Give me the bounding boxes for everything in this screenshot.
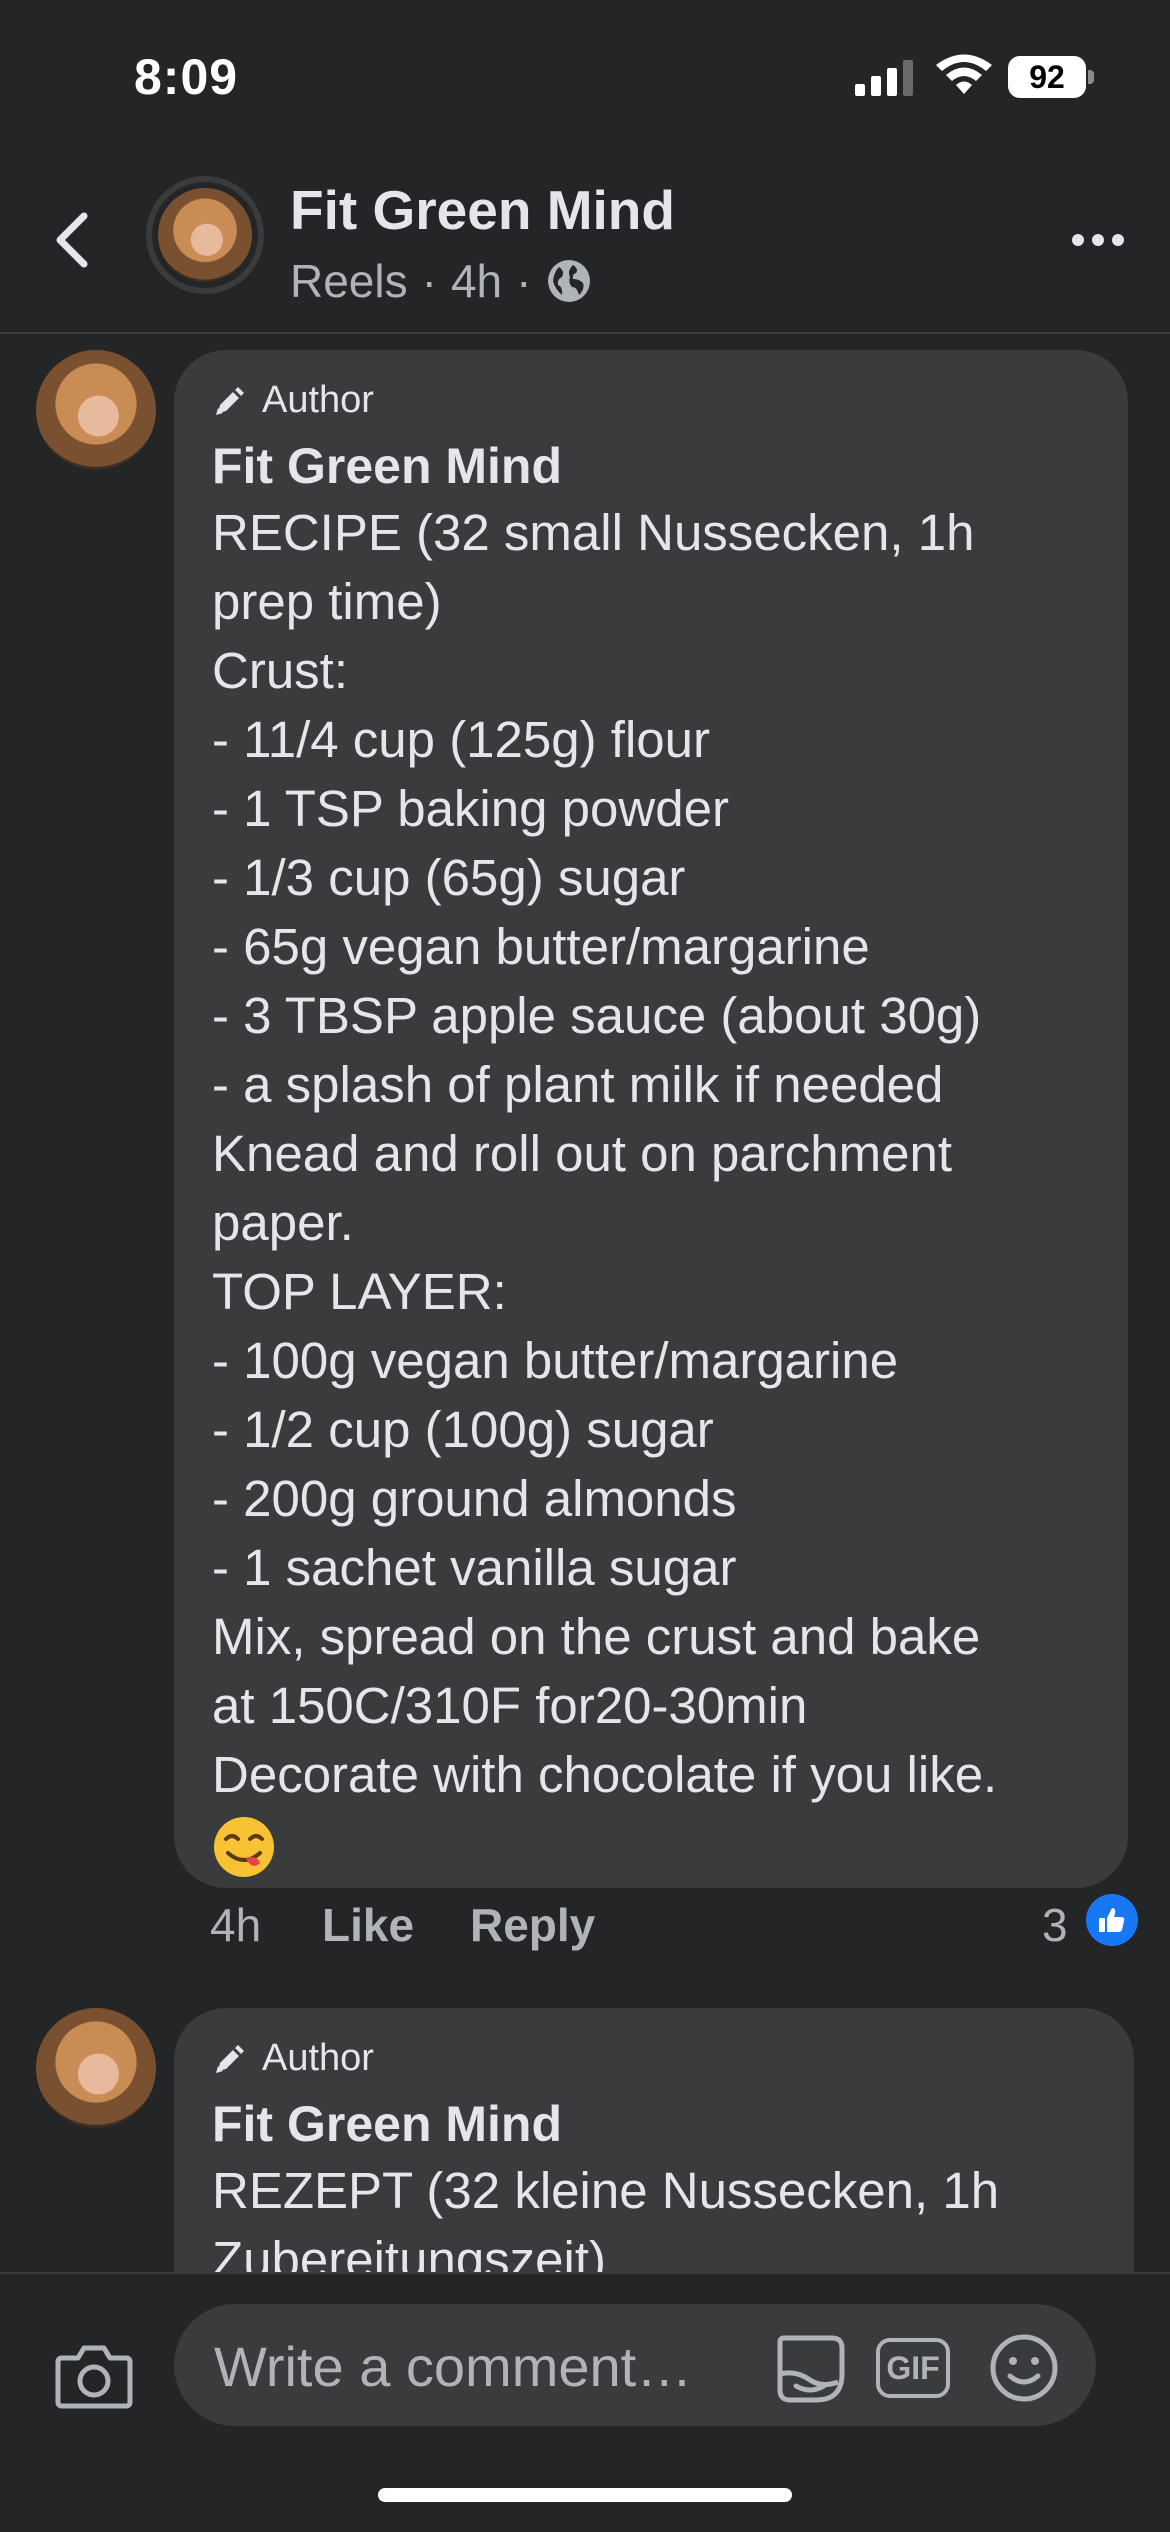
comment-line: TOP LAYER: <box>212 1263 507 1320</box>
comment-placeholder: Write a comment… <box>214 2335 693 2398</box>
sticker-icon[interactable] <box>772 2330 848 2406</box>
comment-line: REZEPT (32 kleine Nussecken, 1h <box>212 2162 1000 2219</box>
cellular-signal-icon <box>855 60 913 96</box>
comment-line: - 3 TBSP apple sauce (about 30g) <box>212 987 982 1044</box>
chevron-left-icon <box>56 212 88 268</box>
meta-separator: · <box>516 255 532 307</box>
battery-level: 92 <box>1029 59 1065 95</box>
comment-line: RECIPE (32 small Nussecken, 1h <box>212 504 975 561</box>
comment-line: - a splash of plant milk if needed <box>212 1056 944 1113</box>
page-avatar[interactable] <box>146 176 264 294</box>
reply-button[interactable]: Reply <box>470 1898 595 1952</box>
post-meta: Reels · 4h · <box>290 254 593 308</box>
comment-line: - 100g vegan butter/margarine <box>212 1332 899 1389</box>
comment-line: - 11/4 cup (125g) flour <box>212 711 710 768</box>
post-header: Fit Green Mind Reels · 4h · <box>0 150 1170 334</box>
thumbs-up-glyph-icon <box>1099 1908 1125 1932</box>
emoji-icon[interactable] <box>988 2332 1060 2404</box>
like-button[interactable]: Like <box>322 1898 414 1952</box>
comment-line: Mix, spread on the crust and bake <box>212 1608 981 1665</box>
reaction-count[interactable]: 3 <box>1042 1898 1068 1952</box>
comment-line: Crust: <box>212 642 349 699</box>
home-indicator[interactable] <box>378 2488 792 2502</box>
author-label: Author <box>262 2036 374 2079</box>
comment-line: Decorate with chocolate if you like. <box>212 1746 998 1803</box>
meta-separator: · <box>421 255 437 307</box>
page-title[interactable]: Fit Green Mind <box>290 178 675 242</box>
commenter-name[interactable]: Fit Green Mind <box>212 2092 1096 2156</box>
comment-line: at 150C/310F for20-30min <box>212 1677 808 1734</box>
more-dot <box>1072 234 1084 246</box>
pencil-icon <box>216 387 244 415</box>
author-badge: Author <box>212 2034 1096 2082</box>
status-bar: 8:09 92 <box>0 0 1170 150</box>
more-options-button[interactable] <box>1068 220 1128 260</box>
battery-indicator: 92 <box>1008 56 1094 98</box>
pencil-icon <box>216 2045 244 2073</box>
comment-line: - 1 sachet vanilla sugar <box>212 1539 737 1596</box>
comment-line: - 1 TSP baking powder <box>212 780 729 837</box>
more-dot <box>1092 234 1104 246</box>
comment-line: - 1/2 cup (100g) sugar <box>212 1401 714 1458</box>
comment-line: paper. <box>212 1194 354 1251</box>
gif-button[interactable]: GIF <box>876 2338 950 2398</box>
more-dot <box>1112 234 1124 246</box>
comment-avatar[interactable] <box>36 2008 156 2128</box>
comment-text: RECIPE (32 small Nussecken, 1h prep time… <box>212 498 1090 1884</box>
status-time: 8:09 <box>134 49 239 105</box>
author-label: Author <box>262 378 374 421</box>
author-badge: Author <box>212 376 1090 424</box>
comment-line: - 200g ground almonds <box>212 1470 737 1527</box>
thumbs-up-icon[interactable] <box>1086 1894 1138 1946</box>
comment-avatar[interactable] <box>36 350 156 470</box>
back-button[interactable] <box>40 200 104 280</box>
post-age: 4h <box>450 255 503 307</box>
comment-composer: Write a comment… GIF <box>0 2272 1170 2532</box>
yum-face-emoji-icon <box>214 1817 274 1877</box>
comment-input[interactable]: Write a comment… GIF <box>174 2304 1096 2426</box>
globe-icon <box>548 260 591 302</box>
comment-line: Knead and roll out on parchment <box>212 1125 952 1182</box>
comment-bubble[interactable]: Author Fit Green Mind RECIPE (32 small N… <box>174 350 1128 1888</box>
comment-actions: 4h Like Reply 3 <box>210 1888 1150 1958</box>
commenter-name[interactable]: Fit Green Mind <box>212 434 1090 498</box>
comment-time: 4h <box>210 1899 262 1951</box>
comment-line: - 65g vegan butter/margarine <box>212 918 870 975</box>
avatar-image <box>158 188 252 282</box>
battery-tip <box>1088 70 1094 84</box>
camera-icon[interactable] <box>54 2340 134 2410</box>
comment-line: - 1/3 cup (65g) sugar <box>212 849 686 906</box>
post-source: Reels <box>290 255 408 307</box>
comment-line: prep time) <box>212 573 442 630</box>
wifi-icon <box>936 54 992 94</box>
